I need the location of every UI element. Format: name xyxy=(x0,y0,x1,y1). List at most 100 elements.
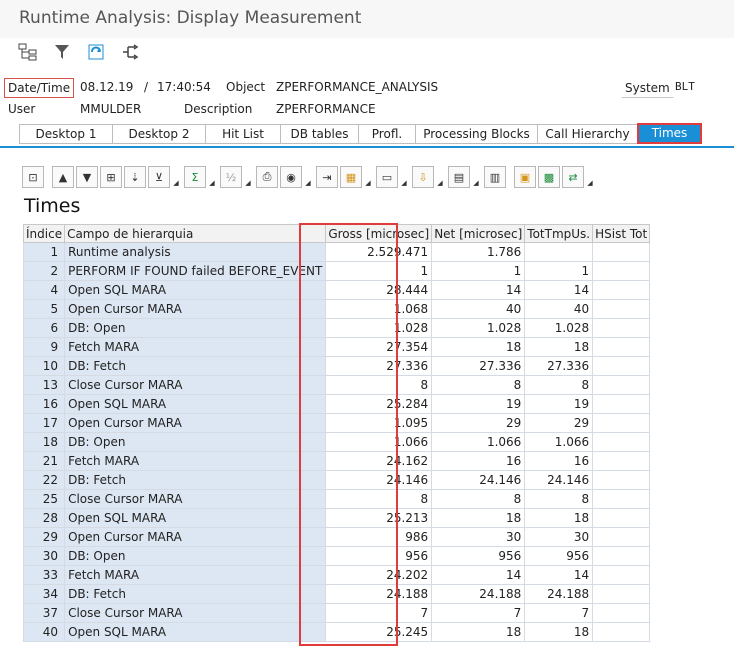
cell-gross[interactable]: 24.162 xyxy=(325,451,433,471)
move-dropdown-icon[interactable]: ◢ xyxy=(586,167,594,187)
tab-db-tables[interactable]: DB tables xyxy=(280,124,358,144)
cell-index[interactable]: 16 xyxy=(22,394,66,414)
tab-processing-blocks[interactable]: Processing Blocks xyxy=(415,124,537,144)
cell-gross[interactable]: 25.245 xyxy=(325,622,433,642)
cell-hsist[interactable] xyxy=(592,470,651,490)
table-row[interactable]: 37 Close Cursor MARA 7 7 7 xyxy=(22,603,651,623)
cell-gross[interactable]: 24.146 xyxy=(325,470,433,490)
cell-hierarchy[interactable]: Open SQL MARA xyxy=(64,280,327,300)
table-row[interactable]: 6 DB: Open 1.028 1.028 1.028 xyxy=(22,318,651,338)
cell-hsist[interactable] xyxy=(592,318,651,338)
tab-hit-list[interactable]: Hit List xyxy=(205,124,280,144)
cell-hsist[interactable] xyxy=(592,565,651,585)
cell-hierarchy[interactable]: DB: Fetch xyxy=(64,584,327,604)
cell-gross[interactable]: 7 xyxy=(325,603,433,623)
layout-icon[interactable]: ▭ xyxy=(376,166,398,188)
table-row[interactable]: 16 Open SQL MARA 25.284 19 19 xyxy=(22,394,651,414)
cell-hierarchy[interactable]: Open SQL MARA xyxy=(64,508,327,528)
cell-index[interactable]: 25 xyxy=(22,489,66,509)
tab-times[interactable]: Times xyxy=(637,123,702,144)
table-row[interactable]: 9 Fetch MARA 27.354 18 18 xyxy=(22,337,651,357)
cell-net[interactable]: 24.146 xyxy=(431,470,526,490)
cell-net[interactable]: 1.028 xyxy=(431,318,526,338)
cell-net[interactable]: 30 xyxy=(431,527,526,547)
cell-hsist[interactable] xyxy=(592,546,651,566)
cell-index[interactable]: 1 xyxy=(22,242,66,262)
cell-gross[interactable]: 2.529.471 xyxy=(325,242,433,262)
cell-hierarchy[interactable]: Fetch MARA xyxy=(64,451,327,471)
cell-hierarchy[interactable]: Open Cursor MARA xyxy=(64,413,327,433)
change-layout-icon[interactable]: ▤ xyxy=(448,166,470,188)
cell-hsist[interactable] xyxy=(592,603,651,623)
hierarchy-grid-icon[interactable]: ▣ xyxy=(514,166,536,188)
cell-hsist[interactable] xyxy=(592,394,651,414)
cell-gross[interactable]: 1 xyxy=(325,261,433,281)
cell-gross[interactable]: 24.202 xyxy=(325,565,433,585)
move-icon[interactable]: ⇄ xyxy=(562,166,584,188)
column-header-tottmp[interactable]: TotTmpUs. xyxy=(524,224,594,243)
cell-index[interactable]: 33 xyxy=(22,565,66,585)
cell-net[interactable]: 14 xyxy=(431,280,526,300)
cell-hsist[interactable] xyxy=(592,280,651,300)
views-icon[interactable]: ◉ xyxy=(280,166,302,188)
tab-call-hierarchy[interactable]: Call Hierarchy xyxy=(537,124,637,144)
table-row[interactable]: 33 Fetch MARA 24.202 14 14 xyxy=(22,565,651,585)
cell-hsist[interactable] xyxy=(592,432,651,452)
cell-hierarchy[interactable]: DB: Fetch xyxy=(64,356,327,376)
subtotal-dropdown-icon[interactable]: ◢ xyxy=(244,167,252,187)
cell-index[interactable]: 5 xyxy=(22,299,66,319)
cell-hierarchy[interactable]: Runtime analysis xyxy=(64,242,327,262)
cell-gross[interactable]: 27.336 xyxy=(325,356,433,376)
cell-tottmp[interactable]: 7 xyxy=(524,603,594,623)
cell-gross[interactable]: 8 xyxy=(325,489,433,509)
cell-index[interactable]: 4 xyxy=(22,280,66,300)
cell-hierarchy[interactable]: Open SQL MARA xyxy=(64,394,327,414)
column-header-hsist[interactable]: HSist Tot xyxy=(592,224,651,243)
select-layout-icon[interactable]: ⇩ xyxy=(412,166,434,188)
cell-tottmp[interactable]: 1.066 xyxy=(524,432,594,452)
select-layout-dropdown-icon[interactable]: ◢ xyxy=(436,167,444,187)
table-row[interactable]: 30 DB: Open 956 956 956 xyxy=(22,546,651,566)
cell-net[interactable]: 19 xyxy=(431,394,526,414)
cell-hsist[interactable] xyxy=(592,337,651,357)
print-icon[interactable]: ⎙ xyxy=(256,166,278,188)
cell-hierarchy[interactable]: Close Cursor MARA xyxy=(64,603,327,623)
cell-tottmp[interactable]: 30 xyxy=(524,527,594,547)
table-row[interactable]: 5 Open Cursor MARA 1.068 40 40 xyxy=(22,299,651,319)
cell-hsist[interactable] xyxy=(592,451,651,471)
cell-gross[interactable]: 956 xyxy=(325,546,433,566)
cell-net[interactable]: 18 xyxy=(431,337,526,357)
cell-hsist[interactable] xyxy=(592,356,651,376)
cell-net[interactable]: 1.786 xyxy=(431,242,526,262)
cell-gross[interactable]: 28.444 xyxy=(325,280,433,300)
cell-hsist[interactable] xyxy=(592,261,651,281)
cell-tottmp[interactable]: 24.146 xyxy=(524,470,594,490)
cell-index[interactable]: 2 xyxy=(22,261,66,281)
cell-index[interactable]: 37 xyxy=(22,603,66,623)
cell-hierarchy[interactable]: Fetch MARA xyxy=(64,337,327,357)
find-icon[interactable]: ⊞ xyxy=(100,166,122,188)
cell-index[interactable]: 18 xyxy=(22,432,66,452)
cell-hierarchy[interactable]: Open Cursor MARA xyxy=(64,299,327,319)
cell-index[interactable]: 13 xyxy=(22,375,66,395)
cell-index[interactable]: 34 xyxy=(22,584,66,604)
cell-net[interactable]: 14 xyxy=(431,565,526,585)
cell-hsist[interactable] xyxy=(592,299,651,319)
sort-descending-icon[interactable]: ▼ xyxy=(76,166,98,188)
table-row[interactable]: 22 DB: Fetch 24.146 24.146 24.146 xyxy=(22,470,651,490)
subtotal-icon[interactable]: ½ xyxy=(220,166,242,188)
cell-tottmp[interactable]: 18 xyxy=(524,337,594,357)
cell-index[interactable]: 30 xyxy=(22,546,66,566)
cell-net[interactable]: 27.336 xyxy=(431,356,526,376)
cell-tottmp[interactable]: 29 xyxy=(524,413,594,433)
cell-net[interactable]: 40 xyxy=(431,299,526,319)
cell-net[interactable]: 7 xyxy=(431,603,526,623)
details-icon[interactable]: ⊡ xyxy=(22,166,44,188)
export-icon[interactable]: ⇥ xyxy=(316,166,338,188)
cell-hierarchy[interactable]: Close Cursor MARA xyxy=(64,375,327,395)
cell-hierarchy[interactable]: DB: Open xyxy=(64,546,327,566)
column-header-index[interactable]: Índice xyxy=(22,224,66,243)
cell-net[interactable]: 956 xyxy=(431,546,526,566)
cell-net[interactable]: 1.066 xyxy=(431,432,526,452)
table-row[interactable]: 10 DB: Fetch 27.336 27.336 27.336 xyxy=(22,356,651,376)
